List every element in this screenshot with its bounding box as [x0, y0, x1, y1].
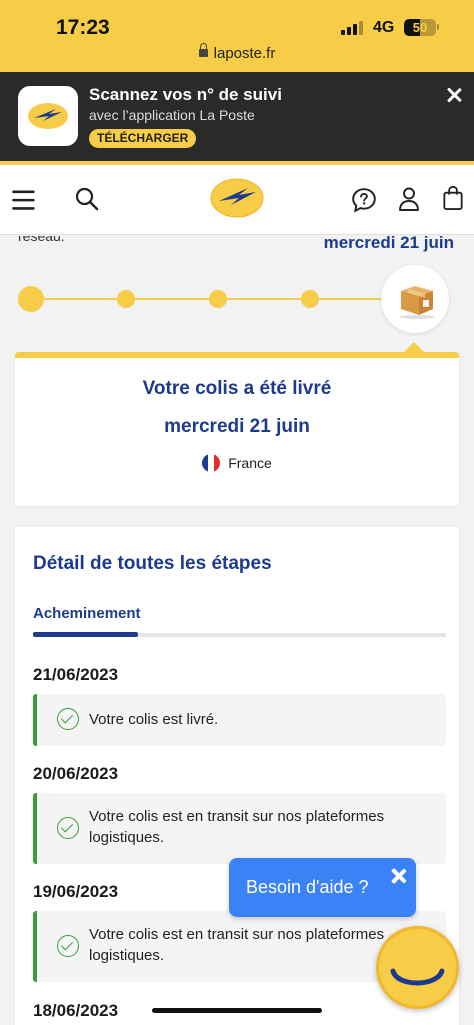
- help-button[interactable]: Besoin d'aide ?: [229, 858, 416, 917]
- banner-title: Scannez vos n° de suivi: [89, 85, 282, 104]
- banner-subtitle: avec l’application La Poste: [89, 107, 255, 123]
- laposte-logo[interactable]: [210, 177, 264, 219]
- progress-step-dot: [117, 290, 135, 308]
- progress-current-step: [381, 265, 449, 333]
- navbar: [0, 165, 474, 235]
- battery-tip: [437, 24, 439, 30]
- chat-button[interactable]: [376, 926, 459, 1009]
- step-event-text: Votre colis est en transit sur nos plate…: [89, 808, 385, 846]
- network-type: 4G: [373, 19, 395, 36]
- check-circle-icon: [57, 935, 79, 957]
- progress-step-dot: [301, 290, 319, 308]
- check-circle-icon: [57, 708, 79, 730]
- battery-text: 50: [412, 20, 428, 35]
- bag-icon[interactable]: [440, 185, 466, 211]
- laposte-logo-icon: [28, 103, 68, 129]
- tab-acheminement[interactable]: Acheminement: [33, 605, 141, 622]
- step-date: 19/06/2023: [33, 882, 119, 901]
- step-date: 18/06/2023: [33, 1001, 119, 1020]
- step-date: 20/06/2023: [33, 764, 119, 783]
- lock-icon: [198, 43, 208, 57]
- battery-icon: 50: [404, 19, 436, 36]
- user-icon[interactable]: [396, 186, 422, 212]
- url-text: laposte.fr: [213, 45, 276, 62]
- app-banner: Scannez vos n° de suivi avec l’applicati…: [0, 72, 474, 161]
- france-flag-icon: [202, 454, 221, 472]
- menu-icon[interactable]: [11, 187, 37, 213]
- smile-chat-icon: [390, 968, 445, 986]
- card-pointer: [403, 342, 425, 353]
- parcel-icon: [399, 286, 435, 319]
- url-bar[interactable]: laposte.fr: [0, 43, 474, 62]
- delivery-status-title: Votre colis a été livré: [142, 378, 332, 399]
- laposte-app-icon[interactable]: [18, 86, 78, 146]
- close-icon[interactable]: [389, 866, 409, 886]
- search-icon[interactable]: [74, 186, 100, 212]
- step-event-text: Votre colis est livré.: [89, 711, 219, 728]
- progress-step-dot: [18, 286, 44, 312]
- delivery-status-date: mercredi 21 juin: [164, 416, 310, 437]
- check-circle-icon: [57, 817, 79, 839]
- step-event: Votre colis est en transit sur nos plate…: [33, 793, 446, 864]
- status-time: 17:23: [56, 16, 110, 39]
- step-event: Votre colis est livré.: [33, 694, 446, 746]
- home-indicator: [152, 1008, 322, 1013]
- main-content: réseau. mercredi 21 juin Votre colis a é…: [0, 236, 474, 1025]
- close-icon[interactable]: [444, 85, 464, 105]
- country-name: France: [228, 455, 272, 471]
- delivery-date-header: mercredi 21 juin: [323, 236, 454, 252]
- tab-active-indicator: [33, 632, 138, 637]
- partial-text: réseau.: [18, 236, 65, 244]
- signal-icon: [341, 20, 363, 35]
- download-button[interactable]: TÉLÉCHARGER: [89, 129, 197, 148]
- status-bar: 17:23 4G 50 laposte.fr: [0, 0, 474, 72]
- help-icon[interactable]: [351, 187, 377, 213]
- help-button-label: Besoin d'aide ?: [246, 877, 369, 897]
- steps-title: Détail de toutes les étapes: [33, 553, 272, 574]
- step-date: 21/06/2023: [33, 665, 119, 684]
- progress-step-dot: [209, 290, 227, 308]
- delivery-country: France: [0, 454, 474, 472]
